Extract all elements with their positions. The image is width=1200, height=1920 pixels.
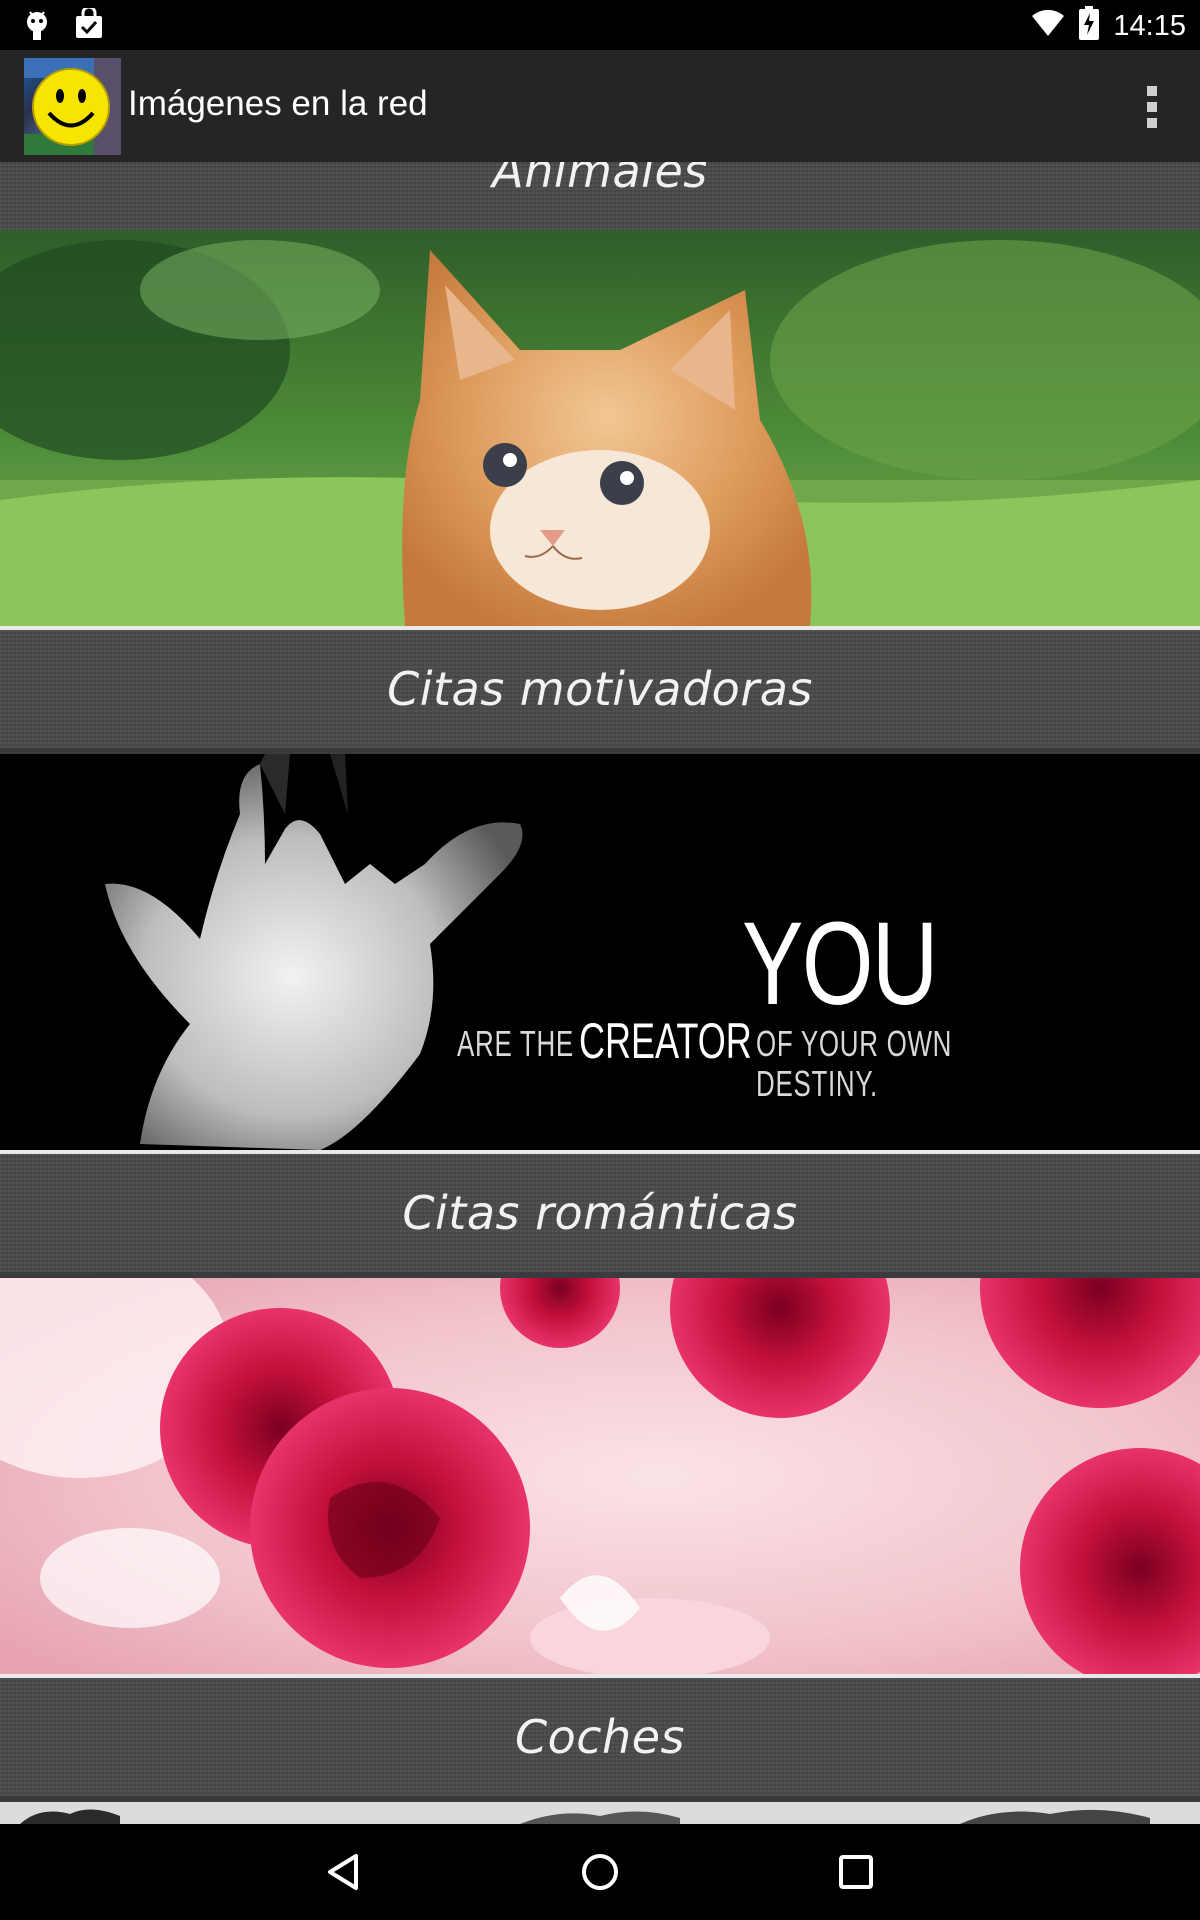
status-bar: 14:15: [0, 0, 1200, 50]
category-label: Citas motivadoras: [387, 662, 813, 716]
action-bar: Imágenes en la red: [0, 50, 1200, 162]
category-label: Coches: [515, 1710, 685, 1764]
android-debug-icon: [24, 8, 50, 47]
quote-line-pre: ARE THE: [457, 1023, 574, 1064]
recents-icon[interactable]: [832, 1848, 880, 1896]
home-icon[interactable]: [576, 1848, 624, 1896]
quote-line-post: OF YOUR OWN DESTINY.: [756, 1023, 953, 1104]
category-label: Citas románticas: [402, 1186, 798, 1240]
status-time: 14:15: [1113, 9, 1186, 42]
kitten-in-grass-image[interactable]: [0, 230, 1200, 626]
smiley-logo-icon[interactable]: [24, 58, 121, 155]
app-title: Imágenes en la red: [128, 84, 428, 123]
category-header-animales[interactable]: Animales: [0, 162, 1200, 230]
quote-you-text: YOU: [742, 898, 938, 1030]
category-label: Animales: [492, 162, 708, 198]
wifi-icon: [1031, 9, 1065, 42]
overflow-menu-icon[interactable]: [1140, 84, 1164, 130]
category-list[interactable]: Animales Citas motivadoras YOU ARE THE C…: [0, 162, 1200, 1824]
cars-image[interactable]: [0, 1802, 1200, 1824]
red-roses-image[interactable]: [0, 1278, 1200, 1674]
category-header-citas-romanticas[interactable]: Citas románticas: [0, 1154, 1200, 1272]
play-store-bag-icon: [74, 5, 104, 47]
category-header-coches[interactable]: Coches: [0, 1678, 1200, 1796]
back-icon[interactable]: [320, 1848, 368, 1896]
hand-quote-image[interactable]: YOU ARE THE CREATOR OF YOUR OWN DESTINY.: [0, 754, 1200, 1150]
category-header-citas-motivadoras[interactable]: Citas motivadoras: [0, 630, 1200, 748]
quote-line-bold: CREATOR: [579, 1013, 752, 1069]
nav-bar: [0, 1824, 1200, 1920]
battery-charging-icon: [1079, 6, 1100, 45]
